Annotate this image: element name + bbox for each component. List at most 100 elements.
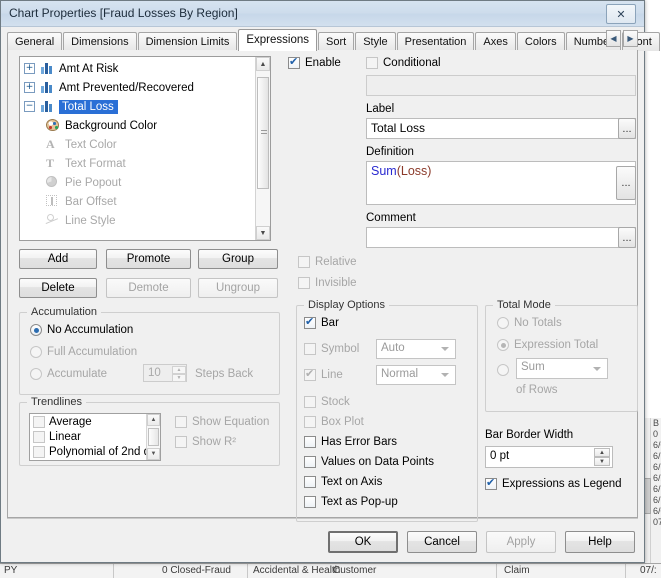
expand-icon[interactable]: + [24,82,35,93]
accumulation-caption: Accumulation [27,306,102,318]
comment-browse-button[interactable]: ... [618,227,636,248]
tree-node-background-color[interactable]: Background Color [20,116,256,135]
tab-presentation[interactable]: Presentation [396,32,475,51]
background-cell: 07/: [640,565,657,576]
bar-chart-icon [40,62,55,75]
tree-node-text-color[interactable]: A Text Color [20,135,256,154]
checkbox-text-as-popup[interactable]: Text as Pop-up [304,496,398,508]
line-style-icon [46,214,61,227]
checkbox-expressions-as-legend[interactable]: Expressions as Legend [485,476,622,490]
radio-accumulate[interactable]: Accumulate [30,368,107,380]
checkbox-icon[interactable] [33,430,45,443]
tree-scrollbar-thumb[interactable] [257,77,269,189]
list-item[interactable]: Polynomial of 2nd d [30,444,160,459]
expressions-panel: + Amt At Risk + Amt Prevented/Recovered … [7,50,638,522]
tree-node-pie-popout[interactable]: Pie Popout [20,173,256,192]
checkbox-bar[interactable]: Bar [304,315,339,329]
checkbox-box-plot[interactable]: Box Plot [304,416,364,428]
checkbox-icon [304,476,316,488]
radio-full-accumulation[interactable]: Full Accumulation [30,346,137,358]
checkbox-show-r2[interactable]: Show R² [175,436,236,448]
tab-strip: General Dimensions Dimension Limits Expr… [7,29,660,51]
checkbox-enable[interactable]: Enable [288,55,341,69]
list-item[interactable]: Polynomial of 3rd d [30,459,160,462]
checkbox-icon[interactable] [33,415,45,428]
group-button[interactable]: Group [198,249,278,269]
tab-style[interactable]: Style [355,32,396,51]
expression-tree[interactable]: + Amt At Risk + Amt Prevented/Recovered … [19,56,271,241]
footer-divider [7,518,638,519]
checkbox-icon[interactable] [33,445,45,458]
tree-node-bar-offset[interactable]: Bar Offset [20,192,256,211]
tree-node-text-format[interactable]: T Text Format [20,154,256,173]
checkbox-conditional[interactable]: Conditional [366,57,441,69]
checkbox-invisible[interactable]: Invisible [298,277,357,289]
trendlines-listbox[interactable]: Average Linear Polynomial of 2nd d Polyn… [29,413,161,461]
tab-scroll-buttons: ◀ ▶ [604,30,638,47]
checkbox-relative[interactable]: Relative [298,256,357,268]
trendlines-scrollbar-thumb[interactable] [148,428,159,446]
comment-input[interactable] [366,227,636,248]
checkbox-stock[interactable]: Stock [304,396,350,408]
conditional-input[interactable] [366,75,636,96]
label-browse-button[interactable]: ... [618,118,636,139]
checkbox-show-equation[interactable]: Show Equation [175,416,269,428]
tree-node-label: Pie Popout [65,176,122,189]
symbol-select[interactable]: Auto [376,339,456,359]
tab-dimension-limits[interactable]: Dimension Limits [137,32,238,51]
add-button[interactable]: Add [19,249,97,269]
checkbox-label: Relative [315,256,357,268]
tab-sort[interactable]: Sort [318,32,355,51]
definition-input[interactable]: Sum(Loss) [366,161,636,205]
tree-node-line-style[interactable]: Line Style [20,211,256,230]
scroll-up-icon[interactable]: ▲ [147,414,160,426]
checkbox-values-on-data-points[interactable]: Values on Data Points [304,456,434,468]
tree-node-amt-at-risk[interactable]: + Amt At Risk [20,59,256,78]
checkbox-icon [485,476,497,490]
radio-aggregation[interactable] [497,364,509,376]
tree-node-amt-prevented-recovered[interactable]: + Amt Prevented/Recovered [20,78,256,97]
tab-colors[interactable]: Colors [516,32,565,51]
spinner-up-icon[interactable]: ▲ [172,366,186,374]
checkbox-text-on-axis[interactable]: Text on Axis [304,476,382,488]
help-button[interactable]: Help [565,531,635,553]
radio-expression-total[interactable]: Expression Total [497,339,598,351]
checkbox-symbol[interactable]: Symbol [304,343,359,355]
expand-icon[interactable]: + [24,63,35,74]
tab-axes[interactable]: Axes [475,32,516,51]
tree-node-total-loss[interactable]: − Total Loss [20,97,256,116]
close-icon[interactable]: ✕ [606,4,636,24]
list-item[interactable]: Average [30,414,160,429]
radio-no-totals[interactable]: No Totals [497,317,562,329]
definition-browse-button[interactable]: ... [616,166,636,200]
checkbox-has-error-bars[interactable]: Has Error Bars [304,436,397,448]
steps-back-spinner[interactable]: ▲ ▼ [172,366,186,382]
spinner-up-icon[interactable]: ▲ [594,448,610,457]
tab-dimensions[interactable]: Dimensions [63,32,137,51]
checkbox-line[interactable]: Line [304,367,343,381]
aggregation-select[interactable]: Sum [516,358,608,379]
scroll-up-icon[interactable]: ▲ [256,57,270,71]
dialog-footer: OK Cancel Apply Help [1,518,644,562]
tab-general[interactable]: General [7,32,63,51]
bar-border-width-spinner[interactable]: ▲ ▼ [594,448,610,466]
chevron-left-icon[interactable]: ◀ [606,30,621,47]
delete-button[interactable]: Delete [19,278,97,298]
list-item[interactable]: Linear [30,429,160,444]
ok-button[interactable]: OK [328,531,398,553]
cancel-button[interactable]: Cancel [407,531,477,553]
tree-scrollbar[interactable]: ▲ ▼ [255,57,270,240]
checkbox-icon[interactable] [33,461,45,462]
collapse-icon[interactable]: − [24,101,35,112]
label-input[interactable]: Total Loss [366,118,636,139]
tab-expressions[interactable]: Expressions [238,29,317,51]
scroll-down-icon[interactable]: ▼ [256,226,270,240]
radio-no-accumulation[interactable]: No Accumulation [30,324,133,336]
chevron-right-icon[interactable]: ▶ [623,30,638,47]
promote-button[interactable]: Promote [106,249,191,269]
spinner-down-icon[interactable]: ▼ [594,457,610,466]
line-select[interactable]: Normal [376,365,456,385]
spinner-down-icon[interactable]: ▼ [172,374,186,382]
scroll-down-icon[interactable]: ▼ [147,448,160,460]
trendlines-scrollbar[interactable]: ▲ ▼ [146,414,160,460]
